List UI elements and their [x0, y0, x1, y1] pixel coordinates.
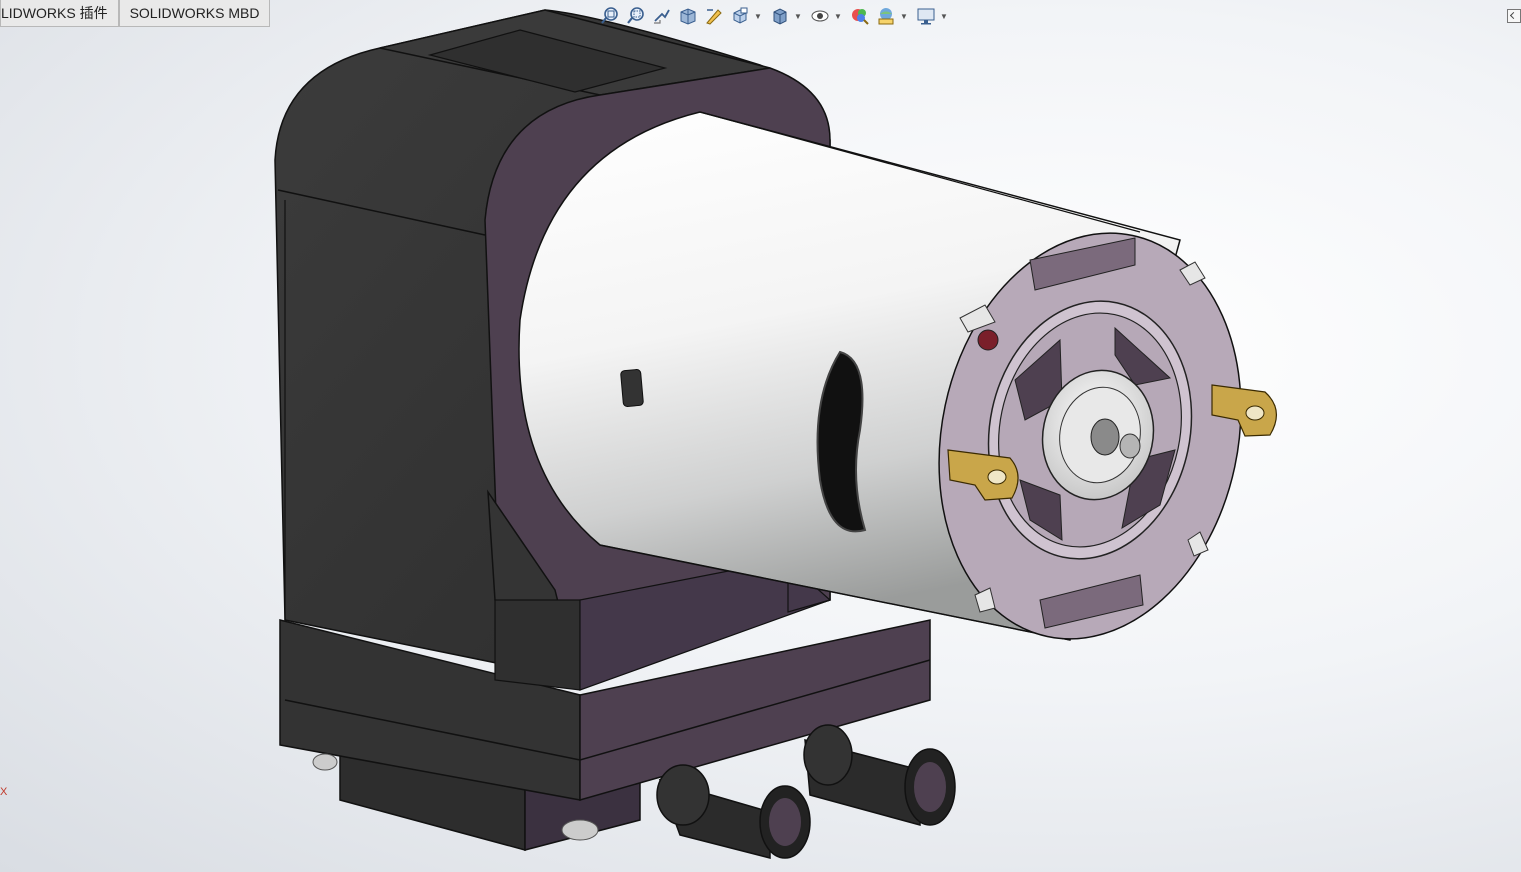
- view-orientation-button[interactable]: [728, 5, 752, 27]
- dynamic-annotation-button[interactable]: [702, 5, 726, 27]
- edit-appearance-icon: [852, 9, 869, 25]
- view-settings-icon: [917, 8, 935, 25]
- section-view-button[interactable]: [676, 5, 700, 27]
- hide-show-items-button[interactable]: [808, 5, 832, 27]
- apply-scene-button[interactable]: [874, 5, 898, 27]
- zoom-to-fit-button[interactable]: [598, 5, 622, 27]
- graphics-area[interactable]: [0, 0, 1521, 872]
- view-settings-dropdown[interactable]: ▼: [940, 12, 948, 21]
- display-style-dropdown[interactable]: ▼: [794, 12, 802, 21]
- zoom-to-area-icon: [627, 7, 644, 24]
- zoom-to-area-button[interactable]: [624, 5, 648, 27]
- display-style-button[interactable]: [768, 5, 792, 27]
- previous-view-icon: [654, 9, 670, 24]
- apply-scene-dropdown[interactable]: ▼: [900, 12, 908, 21]
- dynamic-annotation-icon: [706, 9, 722, 25]
- view-orientation-icon: [733, 7, 748, 24]
- tab-solidworks-mbd[interactable]: SOLIDWORKS MBD: [118, 0, 271, 27]
- expand-taskpane-button[interactable]: [1507, 9, 1521, 23]
- heads-up-view-toolbar: ▼ ▼ ▼ ▼ ▼: [598, 4, 952, 28]
- edit-appearance-button[interactable]: [848, 5, 872, 27]
- hide-show-items-icon: [811, 10, 829, 22]
- tab-solidworks-addins[interactable]: LIDWORKS 插件: [0, 0, 119, 27]
- view-settings-button[interactable]: [914, 5, 938, 27]
- view-orientation-dropdown[interactable]: ▼: [754, 12, 762, 21]
- apply-scene-icon: [878, 8, 894, 25]
- previous-view-button[interactable]: [650, 5, 674, 27]
- display-style-icon: [773, 8, 787, 25]
- reference-triad-x-label: X: [0, 786, 8, 798]
- hide-show-items-dropdown[interactable]: ▼: [834, 12, 842, 21]
- section-view-icon: [680, 8, 696, 25]
- command-manager-tabs: LIDWORKS 插件 SOLIDWORKS MBD: [0, 0, 271, 28]
- zoom-to-fit-icon: [601, 7, 618, 24]
